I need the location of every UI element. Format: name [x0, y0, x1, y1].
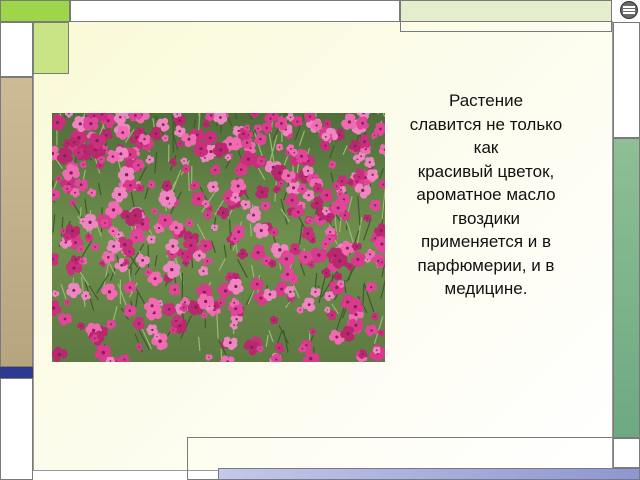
decor-block-green-top-left	[0, 0, 70, 22]
flower-photo	[52, 113, 385, 362]
decor-block-green-right	[613, 138, 640, 438]
slide-text-line: как	[473, 138, 499, 157]
decor-block-navy-left	[0, 367, 33, 378]
slide-text-line: парфюмерии, и в	[417, 255, 555, 275]
flower-bloom	[123, 304, 137, 318]
decor-block-tan-left	[0, 77, 33, 367]
slide-text-line: применяется и в	[420, 232, 552, 251]
slide-text: Растение славится не только как красивый…	[386, 89, 586, 301]
flower-bloom	[90, 242, 100, 251]
flower-bloom	[168, 283, 181, 296]
slide-text-line: ароматное масло	[416, 185, 556, 204]
flower-bloom	[255, 185, 270, 199]
decor-block-white-top	[70, 0, 400, 22]
slide-text-line: красивый цветок,	[417, 161, 555, 181]
slide-text-line: Растение	[448, 91, 524, 110]
decor-block-white-left-bottom	[0, 378, 33, 480]
slide-text-line: медицине.	[444, 279, 528, 298]
slide-text-line: славится не только	[409, 114, 563, 134]
decor-block-green-square	[33, 22, 69, 74]
navigation-icon[interactable]	[620, 1, 638, 19]
flower-bloom	[82, 116, 99, 132]
decor-block-lightgreen-top	[400, 0, 612, 22]
decor-block-white-right	[613, 22, 640, 138]
decor-gradient-bottom	[218, 468, 640, 480]
decor-outline-top	[400, 22, 612, 32]
slide-text-line: гвоздики	[451, 208, 521, 228]
decor-block-white-left	[0, 22, 33, 77]
flower-bloom	[207, 181, 219, 193]
